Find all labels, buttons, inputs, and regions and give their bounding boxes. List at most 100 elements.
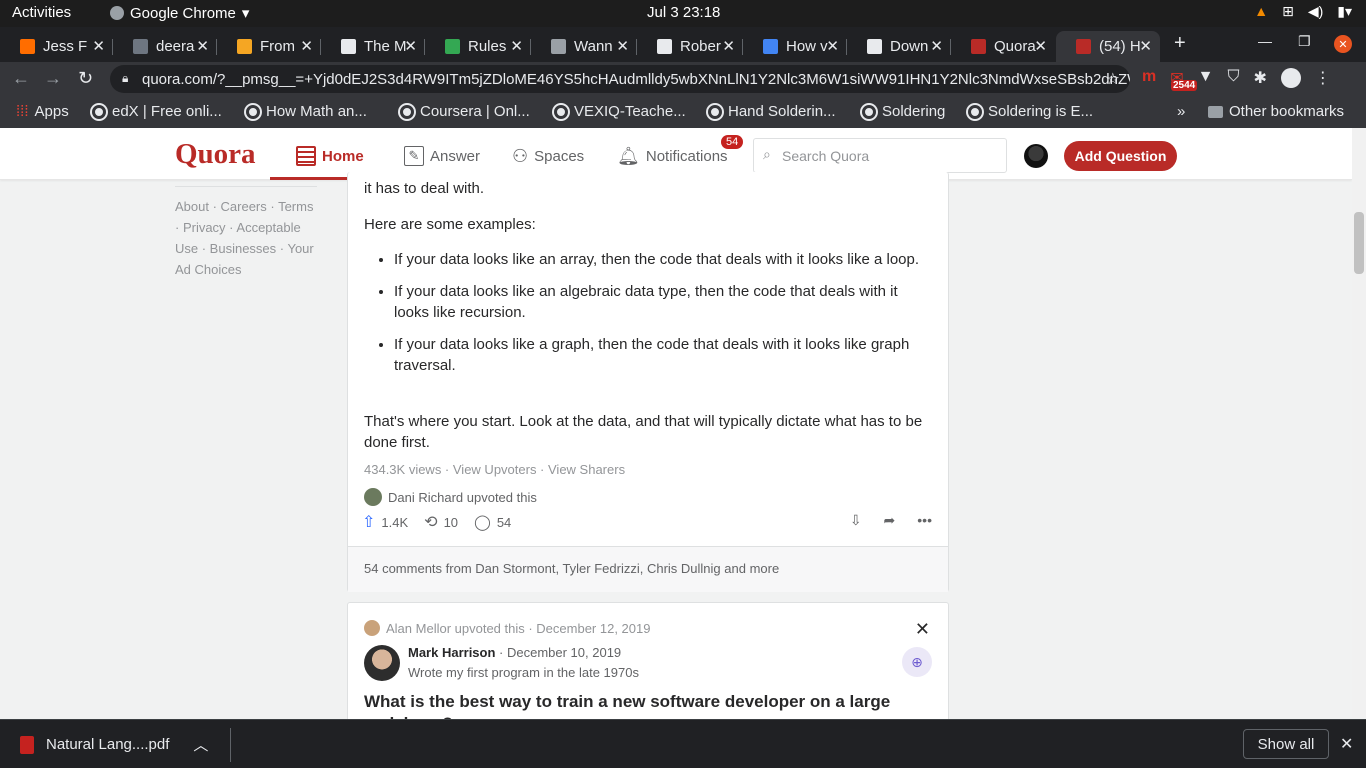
- add-question-button[interactable]: Add Question: [1064, 141, 1177, 171]
- battery-icon[interactable]: ▮▾: [1337, 3, 1352, 20]
- bookmark-item[interactable]: Hand Solderin...: [708, 103, 836, 120]
- bookmark-star-icon[interactable]: ☆: [1106, 69, 1120, 89]
- close-icon[interactable]: ✕: [722, 37, 735, 55]
- tab[interactable]: The M ✕: [321, 31, 425, 62]
- show-all-button[interactable]: Show all: [1243, 729, 1329, 759]
- close-icon[interactable]: ✕: [616, 37, 629, 55]
- bookmark-item[interactable]: Soldering is E...: [968, 103, 1093, 120]
- share-arrow-icon[interactable]: ➦: [884, 512, 896, 529]
- menu-icon[interactable]: ⋮: [1315, 68, 1331, 88]
- close-icon[interactable]: ✕: [300, 37, 313, 55]
- answer-card: it has to deal with. Here are some examp…: [347, 172, 949, 592]
- search-input[interactable]: ⌕ Search Quora: [753, 138, 1007, 173]
- close-icon[interactable]: ✕: [510, 37, 523, 55]
- system-tray[interactable]: ▲ ⊞ ◀) ▮▾: [1254, 3, 1352, 20]
- upvote-count: 1.4K: [381, 514, 409, 530]
- bookmark-other[interactable]: Other bookmarks: [1208, 103, 1344, 120]
- minimize-icon[interactable]: —: [1258, 33, 1272, 49]
- bookmark-label: Soldering: [882, 103, 946, 120]
- close-window-icon[interactable]: ✕: [1334, 35, 1352, 53]
- share-button[interactable]: ⟲ 10: [424, 512, 458, 532]
- nav-notifications[interactable]: 🔔︎ Notifications: [617, 146, 728, 167]
- shield-icon[interactable]: ⛉: [1227, 68, 1239, 88]
- bookmarks-overflow[interactable]: »: [1177, 103, 1185, 120]
- tab[interactable]: deera ✕: [113, 31, 217, 62]
- upvote-button[interactable]: ⇧ 1.4K: [362, 512, 408, 532]
- upvote-note: Dani Richard upvoted this: [364, 488, 537, 506]
- volume-icon[interactable]: ◀): [1308, 3, 1323, 20]
- restore-icon[interactable]: ❐: [1298, 33, 1311, 50]
- close-icon[interactable]: ✕: [1139, 37, 1152, 55]
- author-avatar[interactable]: [364, 645, 400, 681]
- sidebar-footer-links[interactable]: About · Careers · Terms · Privacy · Acce…: [175, 196, 320, 280]
- chevron-up-icon[interactable]: ︿: [193, 734, 208, 755]
- tab[interactable]: From ✕: [217, 31, 321, 62]
- avatar[interactable]: [364, 620, 380, 636]
- forward-icon[interactable]: →: [44, 68, 62, 89]
- follow-person-icon[interactable]: ⊕: [902, 647, 932, 677]
- answer-stats[interactable]: 434.3K views · View Upvoters · View Shar…: [364, 462, 625, 477]
- tab-favicon: [971, 39, 986, 54]
- close-icon[interactable]: ✕: [1340, 734, 1353, 754]
- more-options-icon[interactable]: •••: [917, 512, 932, 529]
- reload-icon[interactable]: ↻: [78, 68, 93, 89]
- nav-answer[interactable]: ✎ Answer: [404, 146, 480, 166]
- profile-avatar[interactable]: [1280, 68, 1301, 88]
- mendeley-icon[interactable]: m: [1142, 68, 1156, 88]
- bookmark-item[interactable]: How Math an...: [246, 103, 367, 120]
- puzzle-icon[interactable]: ✱: [1254, 68, 1267, 88]
- tab[interactable]: Down ✕: [847, 31, 951, 62]
- vlc-icon[interactable]: ▲: [1254, 3, 1268, 20]
- nav-home[interactable]: Home: [296, 146, 364, 166]
- upvote-note-text[interactable]: Dani Richard upvoted this: [388, 490, 537, 505]
- bookmark-label: How Math an...: [266, 103, 367, 120]
- download-item[interactable]: Natural Lang....pdf ︿: [20, 734, 208, 755]
- new-tab-button[interactable]: +: [1174, 32, 1186, 55]
- close-icon[interactable]: ✕: [404, 37, 417, 55]
- tab-active[interactable]: (54) H ✕: [1056, 31, 1160, 62]
- tab[interactable]: Rules ✕: [425, 31, 531, 62]
- vue-icon[interactable]: ▼: [1198, 68, 1214, 88]
- tab[interactable]: Jess F ✕: [0, 31, 113, 62]
- clock[interactable]: Jul 3 23:18: [647, 4, 720, 21]
- network-icon[interactable]: ⊞: [1282, 3, 1294, 20]
- user-avatar[interactable]: [1024, 144, 1048, 168]
- close-icon[interactable]: ✕: [915, 619, 930, 640]
- bookmark-apps[interactable]: ⁞⁞⁞ Apps: [16, 103, 69, 120]
- nav-spaces-label: Spaces: [534, 148, 585, 165]
- pencil-square-icon: ✎: [404, 146, 424, 166]
- close-icon[interactable]: ✕: [196, 37, 209, 55]
- back-icon[interactable]: ←: [12, 68, 30, 89]
- bookmark-item[interactable]: VEXIQ-Teache...: [554, 103, 686, 120]
- close-icon[interactable]: ✕: [826, 37, 839, 55]
- app-menu[interactable]: Google Chrome ▾: [110, 4, 249, 22]
- bookmark-item[interactable]: edX | Free onli...: [92, 103, 222, 120]
- tab[interactable]: How v ✕: [743, 31, 847, 62]
- comments-summary[interactable]: 54 comments from Dan Stormont, Tyler Fed…: [348, 546, 948, 592]
- close-icon[interactable]: ✕: [1034, 37, 1047, 55]
- bookmark-label: edX | Free onli...: [112, 103, 222, 120]
- share-loop-icon: ⟲: [424, 514, 438, 531]
- quora-logo[interactable]: Quora: [175, 138, 256, 171]
- scrollbar-thumb[interactable]: [1354, 212, 1364, 274]
- comment-button[interactable]: ◯ 54: [474, 513, 511, 531]
- address-bar[interactable]: 🔒︎ quora.com/?__pmsg__=+Yjd0dEJ2S3d4RW9I…: [110, 65, 1130, 93]
- activities-button[interactable]: Activities: [12, 4, 71, 21]
- avatar[interactable]: [364, 488, 382, 506]
- close-icon[interactable]: ✕: [92, 37, 105, 55]
- tab-title: Quora: [994, 38, 1036, 55]
- close-icon[interactable]: ✕: [930, 37, 943, 55]
- tab[interactable]: Rober ✕: [637, 31, 743, 62]
- tab[interactable]: Quora ✕: [951, 31, 1055, 62]
- author-name[interactable]: Mark Harrison: [408, 645, 495, 660]
- bookmark-item[interactable]: Coursera | Onl...: [400, 103, 530, 120]
- lock-icon[interactable]: 🔒︎: [122, 71, 128, 86]
- nav-spaces[interactable]: ⚇ Spaces: [512, 146, 584, 167]
- bookmark-item[interactable]: Soldering: [862, 103, 945, 120]
- os-top-bar: Activities Google Chrome ▾ Jul 3 23:18 ▲…: [0, 0, 1366, 27]
- answer-text-top: it has to deal with.: [364, 180, 485, 197]
- upvote-note-text[interactable]: Alan Mellor upvoted this · December 12, …: [386, 621, 650, 636]
- answer-date[interactable]: · December 10, 2019: [495, 645, 621, 660]
- tab[interactable]: Wann ✕: [531, 31, 637, 62]
- downvote-icon[interactable]: ⇩: [850, 512, 862, 529]
